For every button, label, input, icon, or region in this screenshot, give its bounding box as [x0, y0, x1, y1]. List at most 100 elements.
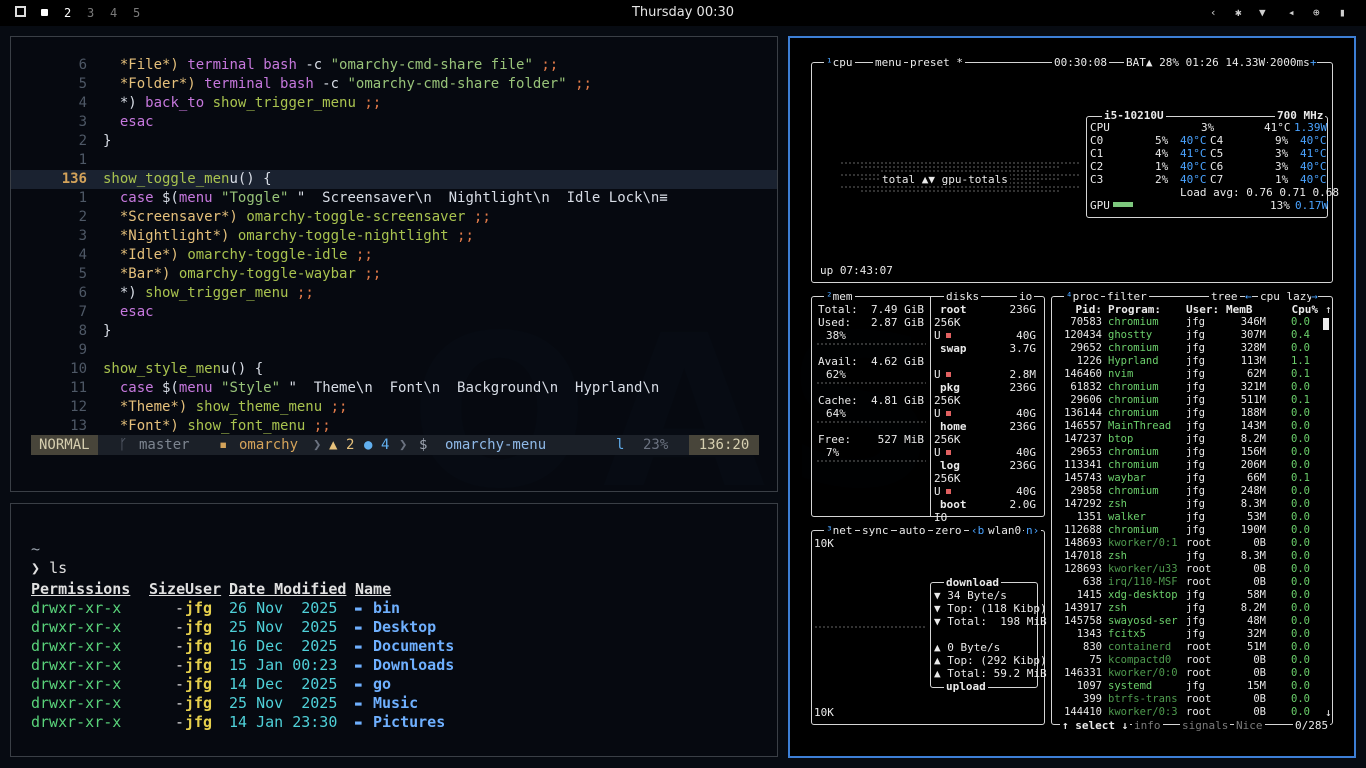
editor-window[interactable]: 6 *File*) terminal bash -c "omarchy-cmd-…	[10, 36, 778, 492]
editor-line[interactable]: 1 case $(menu "Toggle" " Screensaver\n N…	[11, 189, 777, 208]
proc-filter[interactable]: filter	[1105, 290, 1149, 303]
proc-col-header[interactable]: MemB	[1226, 303, 1253, 316]
proc-row[interactable]: 136144 chromium jfg 188M 0.0	[1062, 407, 1330, 420]
scroll-up-icon[interactable]: ↑	[1325, 303, 1332, 316]
editor-line[interactable]: 4 *Idle*) omarchy-toggle-idle ;;	[11, 246, 777, 265]
proc-row[interactable]: 75 kcompactd0 root 0B 0.0	[1062, 654, 1330, 667]
proc-row[interactable]: 638 irq/110-MSF root 0B 0.0	[1062, 576, 1330, 589]
file-name[interactable]: go	[373, 675, 391, 694]
bluetooth-icon[interactable]: ✱	[1235, 6, 1242, 19]
nice-button[interactable]: Nice	[1234, 719, 1265, 732]
preset-button[interactable]: preset *	[908, 56, 965, 69]
editor-line[interactable]: 12 *Theme*) show_theme_menu ;;	[11, 398, 777, 417]
proc-row[interactable]: 146331 kworker/0:0 root 0B 0.0	[1062, 667, 1330, 680]
proc-row[interactable]: 144410 kworker/0:3 root 0B 0.0	[1062, 706, 1330, 719]
editor-line[interactable]: 9	[11, 341, 777, 360]
file-name[interactable]: Documents	[373, 637, 454, 656]
interval-plus-button[interactable]: +	[1310, 56, 1317, 69]
battery-icon[interactable]: ▮	[1339, 6, 1346, 19]
editor-line[interactable]: 7 esac	[11, 303, 777, 322]
proc-row[interactable]: 1343 fcitx5 jfg 32M 0.0	[1062, 628, 1330, 641]
mem-title[interactable]: ²mem	[824, 290, 855, 303]
scroll-down-icon[interactable]: ↓	[1325, 706, 1332, 719]
proc-scrollbar[interactable]	[1323, 318, 1329, 330]
proc-row[interactable]: 146557 MainThread jfg 143M 0.0	[1062, 420, 1330, 433]
sort-next-icon[interactable]: →	[1311, 290, 1318, 303]
proc-row[interactable]: 1415 xdg-desktop jfg 58M 0.0	[1062, 589, 1330, 602]
disks-title[interactable]: disks	[944, 290, 982, 303]
proc-row[interactable]: 148693 kworker/0:1 root 0B 0.0	[1062, 537, 1330, 550]
terminal-window[interactable]: ~ ❯ ls Permissions Size User Date Modifi…	[10, 503, 778, 757]
proc-row[interactable]: 147292 zsh jfg 8.3M 0.0	[1062, 498, 1330, 511]
proc-row[interactable]: 29858 chromium jfg 248M 0.0	[1062, 485, 1330, 498]
file-name[interactable]: Desktop	[373, 618, 436, 637]
proc-col-header[interactable]: Cpu%	[1278, 303, 1319, 316]
info-button[interactable]: info	[1132, 719, 1163, 732]
proc-row[interactable]: 29653 chromium jfg 156M 0.0	[1062, 446, 1330, 459]
proc-row[interactable]: 399 btrfs-trans root 0B 0.0	[1062, 693, 1330, 706]
proc-title[interactable]: ⁴proc	[1064, 290, 1102, 303]
proc-row[interactable]: 1226 Hyprland jfg 113M 1.1	[1062, 355, 1330, 368]
editor-line[interactable]: 3 esac	[11, 113, 777, 132]
net-zero-button[interactable]: zero	[933, 524, 964, 537]
editor-line[interactable]: 6 *) show_trigger_menu ;;	[11, 284, 777, 303]
file-name[interactable]: bin	[373, 599, 400, 618]
proc-row[interactable]: 128693 kworker/u33 root 0B 0.0	[1062, 563, 1330, 576]
proc-row[interactable]: 145743 waybar jfg 66M 0.1	[1062, 472, 1330, 485]
proc-row[interactable]: 113341 chromium jfg 206M 0.0	[1062, 459, 1330, 472]
proc-col-header[interactable]: User:	[1186, 303, 1219, 316]
proc-row[interactable]: 61832 chromium jfg 321M 0.0	[1062, 381, 1330, 394]
net-auto-button[interactable]: auto	[897, 524, 928, 537]
proc-row[interactable]: 146460 nvim jfg 62M 0.1	[1062, 368, 1330, 381]
file-name[interactable]: Music	[373, 694, 418, 713]
proc-row[interactable]: 147237 btop jfg 8.2M 0.0	[1062, 433, 1330, 446]
proc-row[interactable]: 112688 chromium jfg 190M 0.0	[1062, 524, 1330, 537]
proc-row[interactable]: 147018 zsh jfg 8.3M 0.0	[1062, 550, 1330, 563]
update-interval[interactable]: 2000ms	[1268, 56, 1312, 69]
io-toggle[interactable]: io	[1017, 290, 1035, 303]
editor-line[interactable]: 11 case $(menu "Style" " Theme\n Font\n …	[11, 379, 777, 398]
proc-tree-toggle[interactable]: tree	[1209, 290, 1240, 303]
select-button[interactable]: ↑ select ↓	[1060, 719, 1131, 732]
net-sync-button[interactable]: sync	[860, 524, 891, 537]
cpu-title[interactable]: ¹cpu	[824, 56, 855, 69]
menu-button[interactable]: menu	[873, 56, 904, 69]
editor-line[interactable]: 3 *Nightlight*) omarchy-toggle-nightligh…	[11, 227, 777, 246]
proc-row[interactable]: 1097 systemd jfg 15M 0.0	[1062, 680, 1330, 693]
editor-line[interactable]: 5 *Bar*) omarchy-toggle-waybar ;;	[11, 265, 777, 284]
proc-row[interactable]: 29606 chromium jfg 511M 0.1	[1062, 394, 1330, 407]
iface-prev-icon[interactable]: ‹b	[969, 524, 987, 537]
proc-row[interactable]: 120434 ghostty jfg 307M 0.4	[1062, 329, 1330, 342]
cpu-icon[interactable]: ⊕	[1313, 6, 1320, 19]
proc-col-header[interactable]: Program:	[1108, 303, 1161, 316]
net-title[interactable]: ³net	[824, 524, 855, 537]
proc-row[interactable]: 143917 zsh jfg 8.2M 0.0	[1062, 602, 1330, 615]
file-name[interactable]: Downloads	[373, 656, 454, 675]
editor-line[interactable]: 136 show_toggle_menu() {	[11, 170, 777, 189]
proc-col-header[interactable]: Pid:	[1062, 303, 1103, 316]
volume-icon[interactable]: ◂	[1288, 6, 1295, 19]
editor-line[interactable]: 2}	[11, 132, 777, 151]
editor-line[interactable]: 10 show_style_menu() {	[11, 360, 777, 379]
iface-next-icon[interactable]: n›	[1024, 524, 1042, 537]
proc-row[interactable]: 1351 walker jfg 53M 0.0	[1062, 511, 1330, 524]
editor-line[interactable]: 1	[11, 151, 777, 170]
proc-row[interactable]: 830 containerd root 51M 0.0	[1062, 641, 1330, 654]
editor-line[interactable]: 2 *Screensaver*) omarchy-toggle-screensa…	[11, 208, 777, 227]
sort-prev-icon[interactable]: ←	[1245, 290, 1252, 303]
editor-line[interactable]: 4 *) back_to show_trigger_menu ;;	[11, 94, 777, 113]
file-name[interactable]: Pictures	[373, 713, 445, 732]
proc-row[interactable]: 70583 chromium jfg 346M 0.0	[1062, 316, 1330, 329]
proc-row[interactable]: 145758 swayosd-ser jfg 48M 0.0	[1062, 615, 1330, 628]
editor-line[interactable]: 6 *File*) terminal bash -c "omarchy-cmd-…	[11, 56, 777, 75]
editor-line[interactable]: 5 *Folder*) terminal bash -c "omarchy-cm…	[11, 75, 777, 94]
editor-line[interactable]: 13 *Font*) show_font_menu ;;	[11, 417, 777, 436]
proc-sort[interactable]: cpu lazy	[1258, 290, 1315, 303]
proc-row[interactable]: 29652 chromium jfg 328M 0.0	[1062, 342, 1330, 355]
signals-button[interactable]: signals	[1180, 719, 1231, 732]
wifi-icon[interactable]: ▼	[1259, 6, 1266, 19]
chevron-left-icon[interactable]: ‹	[1210, 6, 1217, 19]
editor-line[interactable]: 8}	[11, 322, 777, 341]
clock[interactable]: Thursday 00:30	[0, 5, 1366, 20]
net-interface[interactable]: wlan0	[986, 524, 1024, 537]
